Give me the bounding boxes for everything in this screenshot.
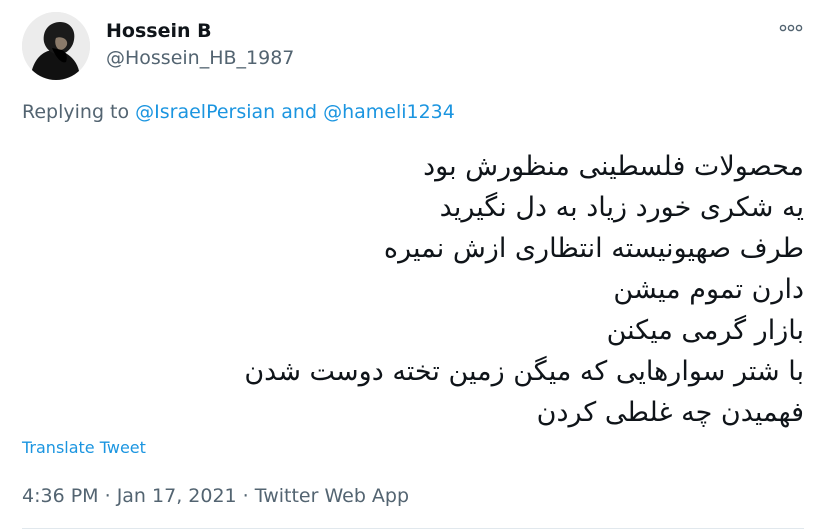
replying-to: Replying to @IsraelPersian and @hameli12… xyxy=(22,101,455,123)
replying-to-and: and xyxy=(275,101,324,123)
translate-tweet-link[interactable]: Translate Tweet xyxy=(22,438,146,457)
mention-israelpersian[interactable]: @IsraelPersian xyxy=(135,101,275,123)
meta-separator: · xyxy=(236,485,255,507)
divider xyxy=(22,528,804,529)
author-handle[interactable]: @Hossein_HB_1987 xyxy=(106,47,294,69)
tweet-metadata: 4:36 PM · Jan 17, 2021 · Twitter Web App xyxy=(22,485,409,507)
tweet-line: طرف صهیونیسته انتظاری ازش نمیره xyxy=(383,233,804,264)
tweet-line: با شتر سوارهایی که میگن زمین تخته دوست ش… xyxy=(244,356,804,387)
author-display-name[interactable]: Hossein B xyxy=(106,20,212,42)
tweet-date[interactable]: Jan 17, 2021 xyxy=(117,485,237,507)
tweet-line: بازار گرمی میکنن xyxy=(606,315,804,346)
tweet-line: یه شکری خورد زیاد به دل نگیرید xyxy=(439,192,804,223)
more-horizontal-icon[interactable] xyxy=(777,18,805,38)
tweet-line: دارن تموم میشن xyxy=(613,274,804,305)
tweet-text: محصولات فلسطینی منظورش بود یه شکری خورد … xyxy=(24,146,804,433)
tweet-time[interactable]: 4:36 PM xyxy=(22,485,99,507)
tweet-line: محصولات فلسطینی منظورش بود xyxy=(423,151,804,182)
avatar[interactable] xyxy=(22,12,90,80)
replying-to-prefix: Replying to xyxy=(22,101,136,123)
tweet-source-app[interactable]: Twitter Web App xyxy=(255,485,409,507)
mention-hameli1234[interactable]: @hameli1234 xyxy=(323,101,455,123)
meta-separator: · xyxy=(98,485,117,507)
tweet-line: فهمیدن چه غلطی کردن xyxy=(536,397,804,428)
